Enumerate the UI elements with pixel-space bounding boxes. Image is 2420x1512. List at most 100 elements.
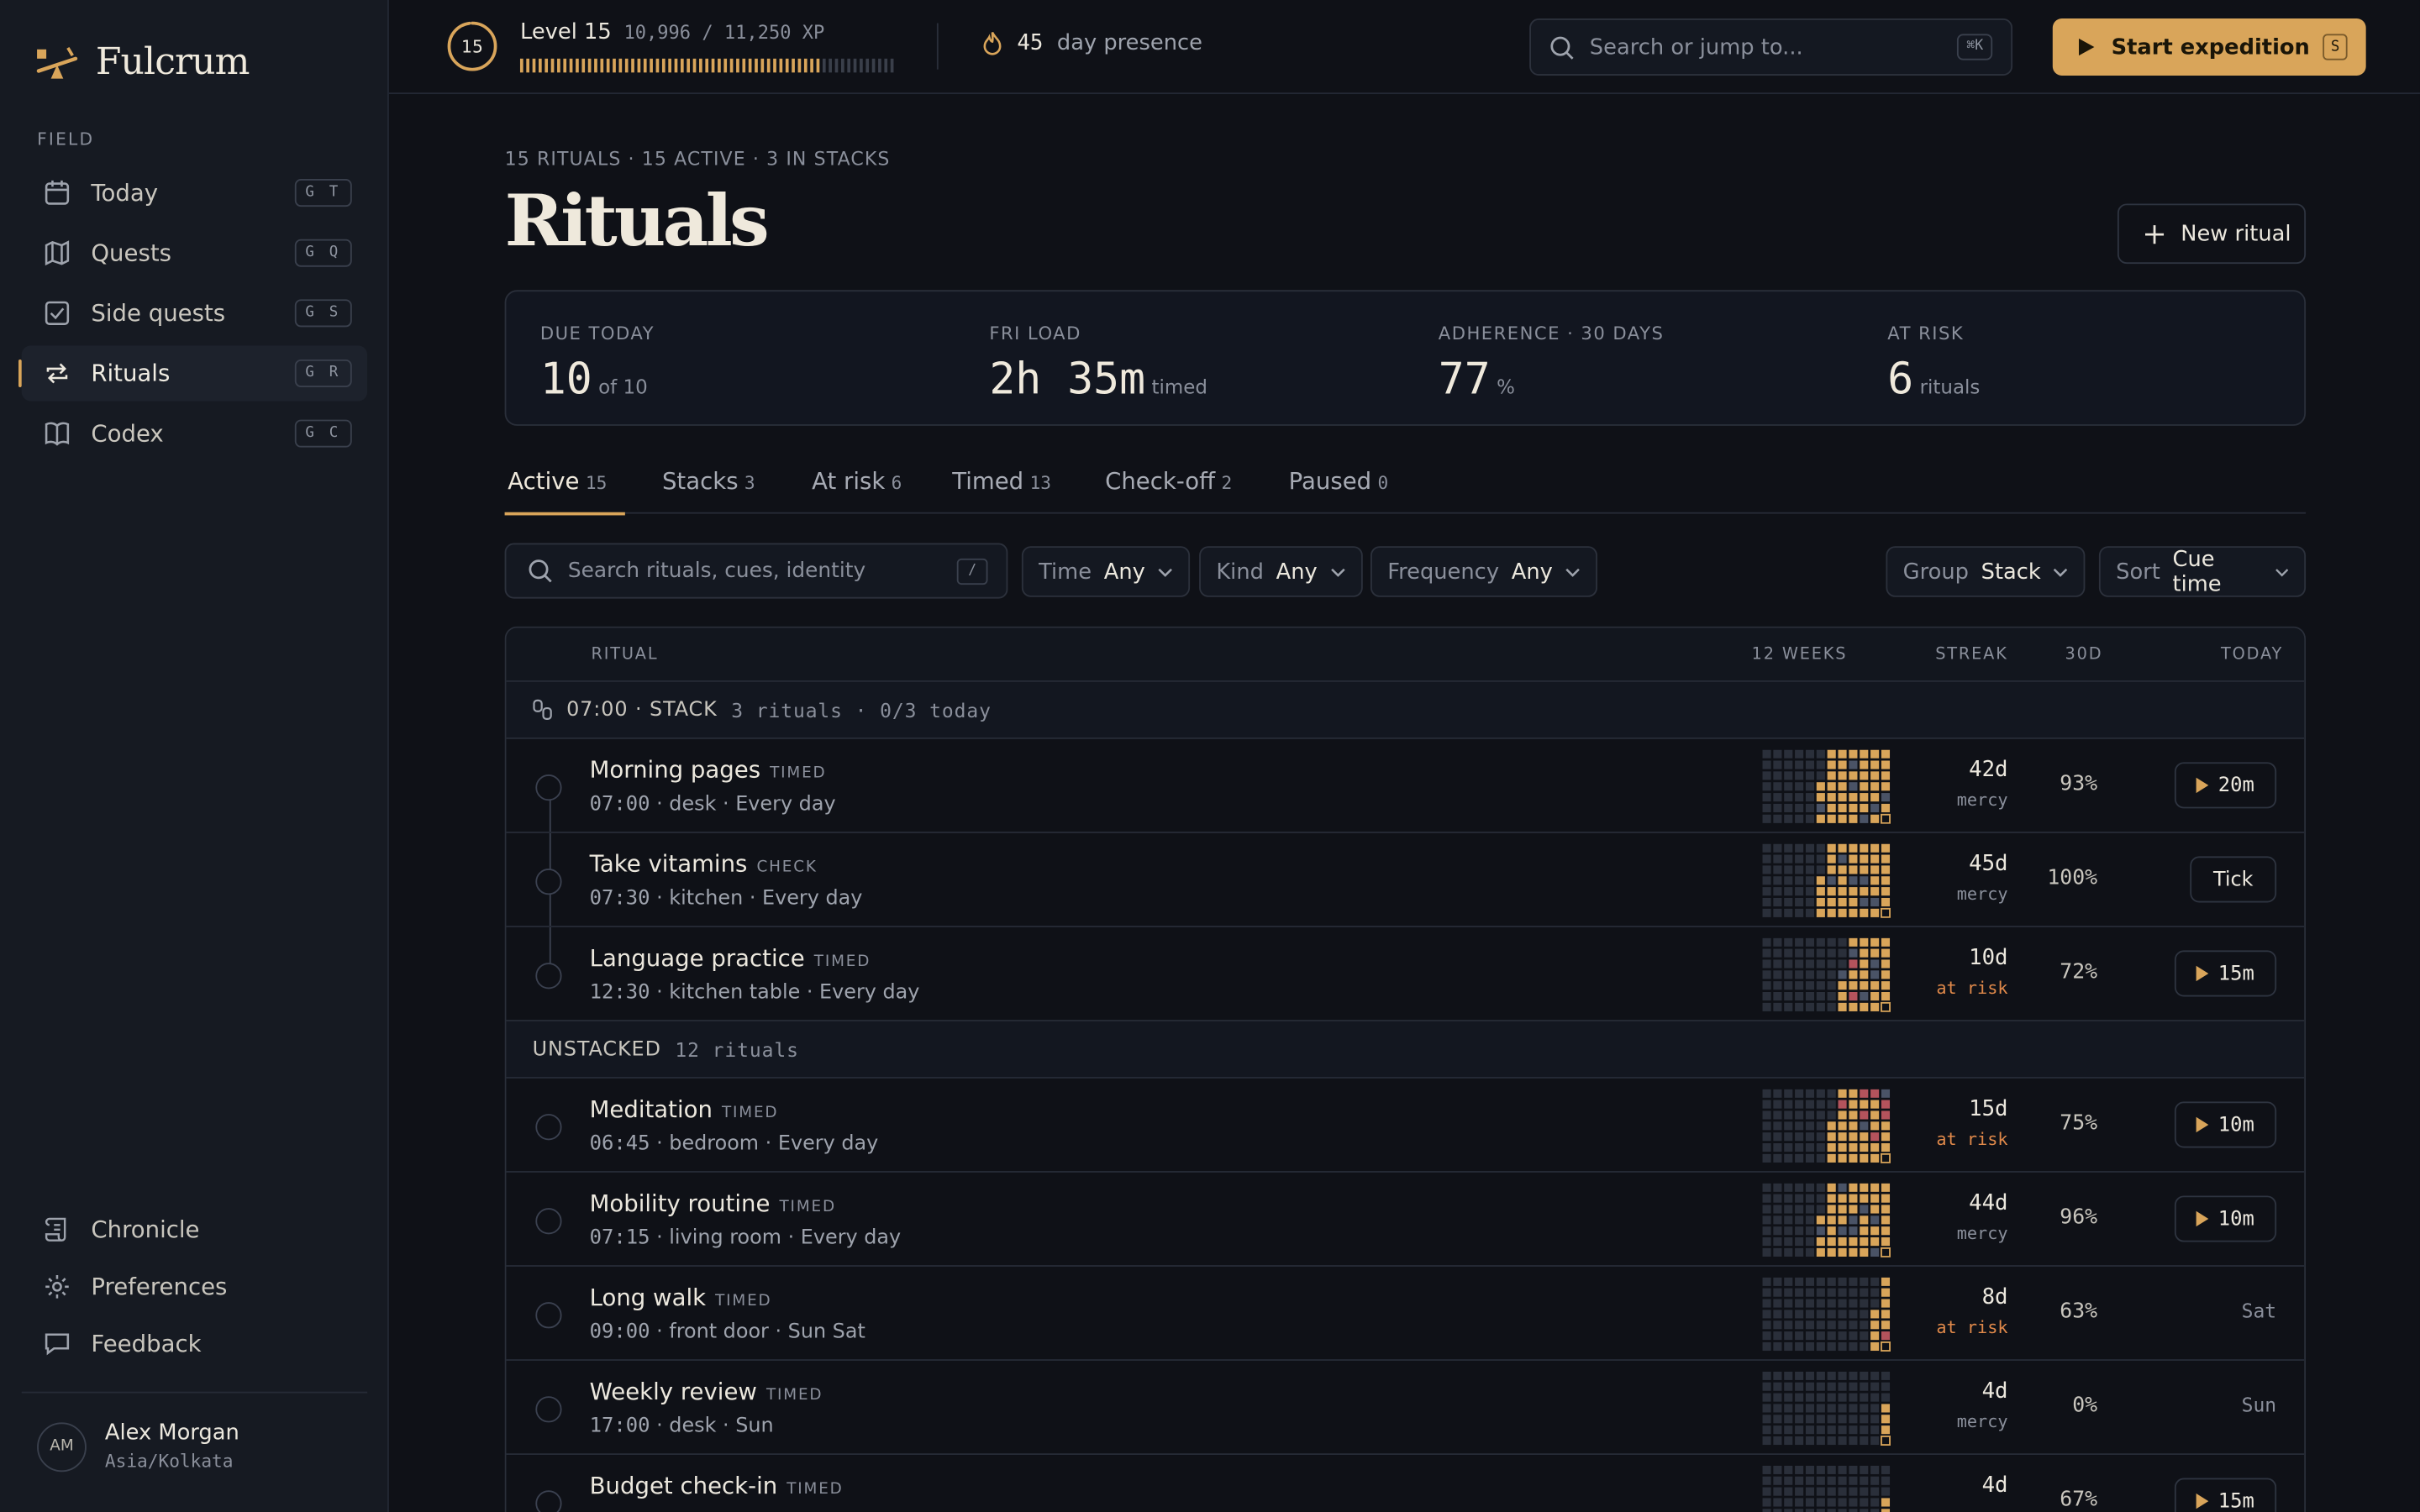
tab-check-off[interactable]: Check-off 2 — [1105, 468, 1232, 496]
heatmap-cell — [1849, 1476, 1858, 1485]
complete-toggle[interactable] — [535, 774, 562, 801]
complete-toggle[interactable] — [535, 1208, 562, 1235]
sort-dropdown[interactable]: Sort Cue time — [2098, 546, 2307, 597]
new-ritual-button[interactable]: New ritual — [2117, 203, 2307, 265]
sidebar-item-today[interactable]: Today G T — [22, 165, 367, 221]
heatmap-cell — [1849, 814, 1858, 823]
sidebar-item-rituals[interactable]: Rituals G R — [18, 345, 368, 402]
xp-tick — [576, 58, 579, 73]
start-timer-button[interactable]: 10m — [2174, 1101, 2277, 1148]
tab-active[interactable]: Active 15 — [504, 468, 626, 516]
heatmap-cell — [1805, 749, 1815, 759]
tab-count: 15 — [585, 472, 608, 494]
table-row[interactable]: Language practice TIMED 12:30 · kitchen ta… — [506, 927, 2305, 1021]
complete-toggle[interactable] — [535, 1396, 562, 1423]
heatmap-cell — [1784, 1194, 1793, 1203]
heatmap-cell — [1881, 1404, 1891, 1413]
heatmap-cell — [1870, 1465, 1880, 1474]
heatmap-cell — [1784, 970, 1793, 979]
brand[interactable]: Fulcrum — [34, 40, 250, 83]
heatmap-cell — [1816, 1425, 1825, 1435]
global-search[interactable]: Search or jump to... ⌘K — [1529, 18, 2013, 76]
heatmap-cell — [1881, 959, 1891, 969]
complete-toggle[interactable] — [535, 869, 562, 895]
ritual-search-input[interactable]: Search rituals, cues, identity / — [504, 543, 1008, 599]
heatmap-cell — [1860, 782, 1869, 791]
heatmap-cell — [1773, 814, 1782, 823]
heatmap-cell — [1795, 1404, 1804, 1413]
complete-toggle[interactable] — [535, 1114, 562, 1141]
heatmap-cell — [1805, 1476, 1815, 1485]
heatmap-cell — [1838, 1194, 1847, 1203]
heatmap-cell — [1860, 1142, 1869, 1152]
ritual-name: Long walk — [589, 1284, 707, 1312]
heatmap-cell — [1849, 1498, 1858, 1507]
stat-value: 77 — [1438, 353, 1491, 405]
heatmap-cell — [1849, 793, 1858, 802]
tab-at-risk[interactable]: At risk 6 — [812, 468, 902, 496]
heatmap-cell — [1784, 1487, 1793, 1496]
heatmap-cell — [1816, 1299, 1825, 1308]
tab-paused[interactable]: Paused 0 — [1289, 468, 1389, 496]
heatmap-cell — [1805, 1194, 1815, 1203]
table-row[interactable]: Morning pages TIMED 07:00 · desk · Every d… — [506, 739, 2305, 833]
heatmap-cell — [1795, 1110, 1804, 1120]
heatmap-cell — [1762, 937, 1771, 947]
start-timer-button[interactable]: 20m — [2174, 762, 2277, 809]
start-expedition-button[interactable]: Start expedition S — [2052, 18, 2366, 76]
kind-filter-dropdown[interactable]: Kind Any — [1199, 546, 1363, 597]
table-group[interactable]: 07:00 · STACK 3 rituals · 0/3 today — [506, 681, 2305, 739]
time-filter-dropdown[interactable]: Time Any — [1021, 546, 1191, 597]
start-timer-button[interactable]: 15m — [2174, 1478, 2277, 1512]
table-row[interactable]: Budget check-in TIMED 4d 67% 15m — [506, 1455, 2304, 1512]
sidebar-item-preferences[interactable]: Preferences — [22, 1261, 367, 1313]
table-row[interactable]: Long walk TIMED 09:00 · front door · Sun S… — [506, 1267, 2305, 1361]
heatmap-cell — [1773, 1215, 1782, 1225]
user-profile[interactable]: AM Alex Morgan Asia/Kolkata — [21, 1391, 368, 1472]
table-group[interactable]: UNSTACKED 12 rituals — [506, 1021, 2305, 1079]
heatmap-cell — [1762, 1237, 1771, 1247]
table-row[interactable]: Mobility routine TIMED 07:15 · living room… — [506, 1173, 2305, 1267]
heatmap-cell — [1816, 1404, 1825, 1413]
heatmap-cell — [1816, 771, 1825, 780]
sidebar-item-side-quests[interactable]: Side quests G S — [22, 286, 367, 341]
sidebar-item-quests[interactable]: Quests G Q — [22, 225, 367, 281]
heatmap-cell — [1838, 1393, 1847, 1402]
group-dropdown[interactable]: Group Stack — [1886, 546, 2086, 597]
heatmap-cell — [1784, 1498, 1793, 1507]
stat-value-row: 77% — [1439, 354, 1665, 405]
heatmap-cell — [1773, 1299, 1782, 1308]
start-timer-button[interactable]: 10m — [2174, 1195, 2277, 1242]
tab-timed[interactable]: Timed 13 — [952, 468, 1051, 496]
complete-toggle[interactable] — [535, 1302, 562, 1329]
heatmap-cell — [1773, 1194, 1782, 1203]
sidebar-item-feedback[interactable]: Feedback — [22, 1318, 367, 1370]
stat-due-today: DUE TODAY 10 of 10 — [540, 323, 655, 404]
table-row[interactable]: Weekly review TIMED 17:00 · desk · Sun 4d me… — [506, 1361, 2305, 1456]
complete-toggle[interactable] — [535, 1490, 562, 1512]
heatmap-cell — [1762, 1132, 1771, 1142]
complete-toggle[interactable] — [535, 963, 562, 990]
table-row[interactable]: Meditation TIMED 06:45 · bedroom · Every d… — [506, 1079, 2305, 1173]
start-timer-button[interactable]: 15m — [2174, 950, 2277, 997]
tick-button[interactable]: Tick — [2190, 856, 2277, 903]
heatmap-cell — [1773, 1310, 1782, 1319]
heatmap-cell — [1762, 1320, 1771, 1330]
heatmap-cell — [1773, 1121, 1782, 1131]
xp-tick — [544, 58, 549, 73]
heatmap-cell — [1881, 1393, 1891, 1402]
table-row[interactable]: Take vitamins CHECK 07:30 · kitchen · Ever… — [506, 832, 2305, 927]
xp-text: 10,996 / 11,250 XP — [623, 21, 825, 44]
play-icon — [2196, 1210, 2209, 1227]
heatmap-cell — [1838, 1382, 1847, 1391]
sidebar-item-chronicle[interactable]: Chronicle — [22, 1204, 367, 1256]
tab-stacks[interactable]: Stacks 3 — [662, 468, 755, 496]
heatmap-cell — [1870, 959, 1880, 969]
heatmap-cell — [1870, 1226, 1880, 1236]
streak-days: 42d — [1969, 757, 2008, 783]
frequency-filter-dropdown[interactable]: Frequency Any — [1370, 546, 1598, 597]
xp-tick — [600, 58, 604, 73]
xp-tick — [884, 58, 888, 73]
heatmap-cell — [1762, 1215, 1771, 1225]
sidebar-item-codex[interactable]: Codex G C — [22, 406, 367, 461]
